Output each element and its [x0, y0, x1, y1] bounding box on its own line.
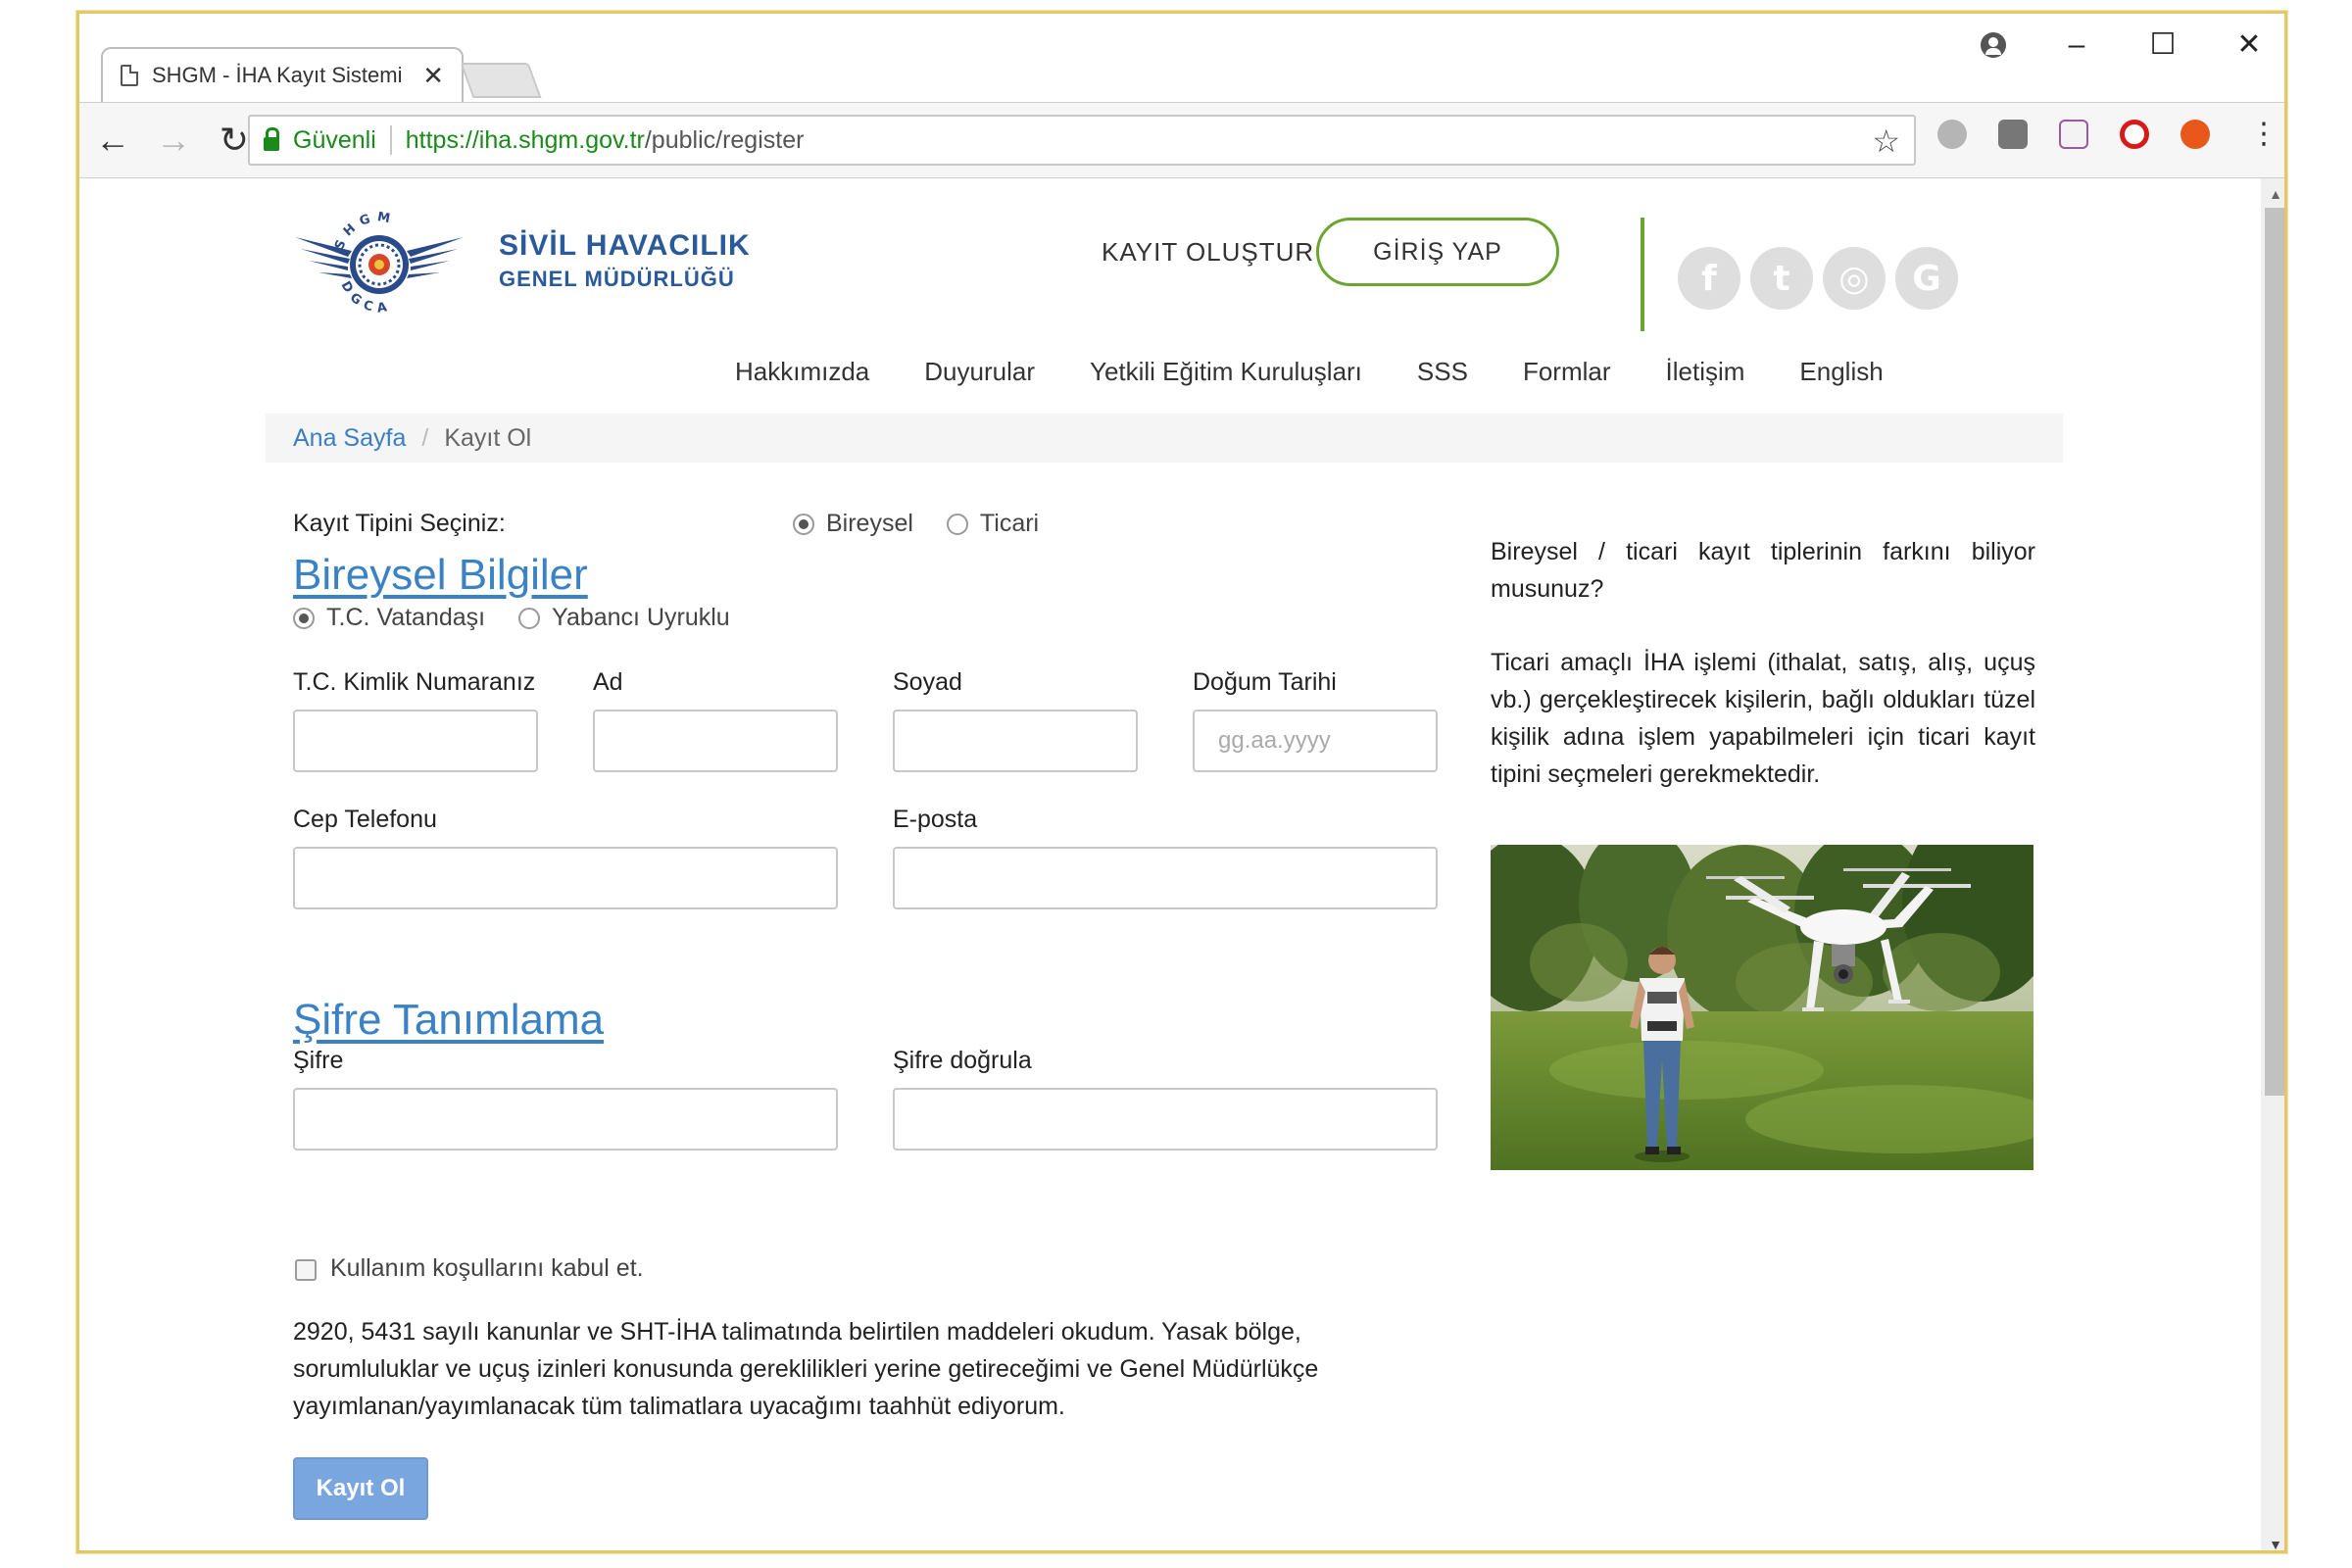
surname-input[interactable]: [893, 710, 1138, 772]
browser-titlebar: SHGM - İHA Kayıt Sistemi ✕ – ☐ ✕: [79, 14, 2284, 102]
terms-label[interactable]: Kullanım koşullarını kabul et.: [330, 1254, 644, 1283]
account-icon[interactable]: [1981, 32, 2006, 58]
first-name-label: Ad: [593, 668, 623, 696]
radio-foreign[interactable]: [518, 607, 541, 629]
nav-item-iletisim[interactable]: İletişim: [1666, 357, 1745, 387]
secure-label: Güvenli: [293, 125, 376, 154]
close-window-button[interactable]: ✕: [2233, 27, 2265, 63]
password-confirm-label: Şifre doğrula: [893, 1047, 1032, 1074]
maximize-button[interactable]: ☐: [2147, 27, 2179, 63]
breadcrumb-separator: /: [421, 423, 429, 452]
radio-ticari[interactable]: [946, 513, 968, 535]
register-link[interactable]: KAYIT OLUŞTUR: [1102, 237, 1314, 268]
phone-input[interactable]: [293, 847, 838, 909]
info-answer: Ticari amaçlı İHA işlemi (ithalat, satış…: [1491, 649, 2035, 788]
extension-icons: ⋮: [1937, 117, 2278, 151]
shgm-logo[interactable]: SHGM DGCA: [295, 202, 726, 329]
birth-date-input[interactable]: [1193, 710, 1438, 772]
breadcrumb-home[interactable]: Ana Sayfa: [293, 424, 406, 453]
radio-ticari-label[interactable]: Ticari: [980, 510, 1039, 538]
nav-item-sss[interactable]: SSS: [1417, 357, 1468, 387]
registration-type-label: Kayıt Tipini Seçiniz:: [293, 510, 506, 537]
radio-foreign-label[interactable]: Yabancı Uyruklu: [552, 604, 730, 632]
opera-extension-icon[interactable]: [2120, 119, 2149, 149]
browser-tab[interactable]: SHGM - İHA Kayıt Sistemi ✕: [101, 47, 464, 102]
bookmark-star-icon[interactable]: ☆: [1872, 122, 1900, 160]
nationality-radios: T.C. Vatandaşı Yabancı Uyruklu: [293, 604, 752, 632]
brand-name: SİVİL HAVACILIK: [499, 229, 751, 262]
new-tab-button[interactable]: [460, 63, 542, 98]
google-icon[interactable]: G: [1895, 247, 1958, 310]
scroll-up-arrow[interactable]: ▲: [2269, 186, 2282, 202]
login-button[interactable]: GİRİŞ YAP: [1316, 218, 1559, 286]
extension-icon[interactable]: [2180, 119, 2210, 149]
email-label: E-posta: [893, 806, 978, 833]
terms-checkbox[interactable]: [295, 1259, 317, 1281]
browser-window: SHGM - İHA Kayıt Sistemi ✕ – ☐ ✕ ← → ↻ G…: [76, 11, 2287, 1553]
phone-label: Cep Telefonu: [293, 806, 437, 833]
url-origin: https://iha.shgm.gov.tr: [405, 125, 645, 154]
tab-close-icon[interactable]: ✕: [422, 61, 444, 91]
info-question: Bireysel / ticari kayıt tiplerinin farkı…: [1491, 538, 2035, 603]
password-section-title: Şifre Tanımlama: [293, 996, 605, 1044]
tc-id-label: T.C. Kimlik Numaranız: [293, 668, 536, 696]
browser-menu-icon[interactable]: ⋮: [2249, 117, 2278, 151]
browser-toolbar: ← → ↻ Güvenli https://iha.shgm.gov.tr /p…: [79, 102, 2284, 178]
page-viewport: SHGM DGCA SİVİL HAVACILIK GENEL MÜDÜRLÜĞ…: [79, 178, 2284, 1550]
first-name-input[interactable]: [593, 710, 838, 772]
nav-item-duyurular[interactable]: Duyurular: [924, 357, 1035, 387]
radio-tc-citizen[interactable]: [293, 607, 315, 629]
minimize-button[interactable]: –: [2061, 27, 2092, 63]
nav-item-hakkimizda[interactable]: Hakkımızda: [735, 357, 869, 387]
extension-icon[interactable]: [1998, 119, 2028, 149]
header-divider: [1641, 218, 1644, 331]
url-path: /public/register: [644, 125, 805, 154]
facebook-icon[interactable]: f: [1678, 247, 1740, 310]
omnibox-divider: [389, 125, 392, 155]
nav-item-yetkili-egitim[interactable]: Yetkili Eğitim Kuruluşları: [1090, 357, 1362, 387]
page-icon: [121, 65, 138, 86]
tab-title: SHGM - İHA Kayıt Sistemi: [152, 63, 403, 87]
breadcrumb-current: Kayıt Ol: [444, 423, 532, 452]
registration-type-radios: Bireysel Ticari: [793, 510, 1060, 538]
pdf-extension-icon[interactable]: [2059, 119, 2088, 149]
password-label: Şifre: [293, 1047, 344, 1074]
register-submit-button[interactable]: Kayıt Ol: [293, 1457, 428, 1520]
extension-icon[interactable]: [1937, 119, 1967, 149]
scroll-down-arrow[interactable]: ▼: [2269, 1537, 2282, 1550]
terms-statement: 2920, 5431 sayılı kanunlar ve SHT-İHA ta…: [293, 1318, 1319, 1420]
radio-bireysel-label[interactable]: Bireysel: [826, 510, 913, 538]
instagram-icon[interactable]: ◎: [1823, 247, 1886, 310]
email-input[interactable]: [893, 847, 1438, 909]
drone-photo: [1491, 845, 2034, 1170]
twitter-icon[interactable]: t: [1750, 247, 1813, 310]
address-bar[interactable]: Güvenli https://iha.shgm.gov.tr /public/…: [248, 115, 1916, 166]
back-button[interactable]: ←: [85, 120, 140, 161]
brand-subtitle: GENEL MÜDÜRLÜĞÜ: [499, 267, 735, 291]
nav-item-english[interactable]: English: [1799, 357, 1883, 387]
social-links: f t ◎ G: [1678, 247, 1958, 310]
password-confirm-input[interactable]: [893, 1088, 1438, 1151]
scrollbar-thumb[interactable]: [2265, 208, 2284, 1096]
window-controls: – ☐ ✕: [1981, 27, 2265, 63]
forward-button[interactable]: →: [146, 120, 201, 161]
nav-item-formlar[interactable]: Formlar: [1523, 357, 1611, 387]
password-input[interactable]: [293, 1088, 838, 1151]
personal-info-title: Bireysel Bilgiler: [293, 551, 588, 599]
main-nav: Hakkımızda Duyurular Yetkili Eğitim Kuru…: [735, 357, 1884, 387]
radio-tc-citizen-label[interactable]: T.C. Vatandaşı: [326, 604, 485, 632]
breadcrumb: Ana Sayfa / Kayıt Ol: [266, 414, 2063, 463]
lock-icon: [264, 127, 279, 151]
birth-date-label: Doğum Tarihi: [1193, 668, 1337, 696]
tc-id-input[interactable]: [293, 710, 538, 772]
surname-label: Soyad: [893, 668, 962, 696]
vertical-scrollbar[interactable]: ▲ ▼: [2261, 178, 2284, 1550]
radio-bireysel[interactable]: [793, 513, 814, 535]
